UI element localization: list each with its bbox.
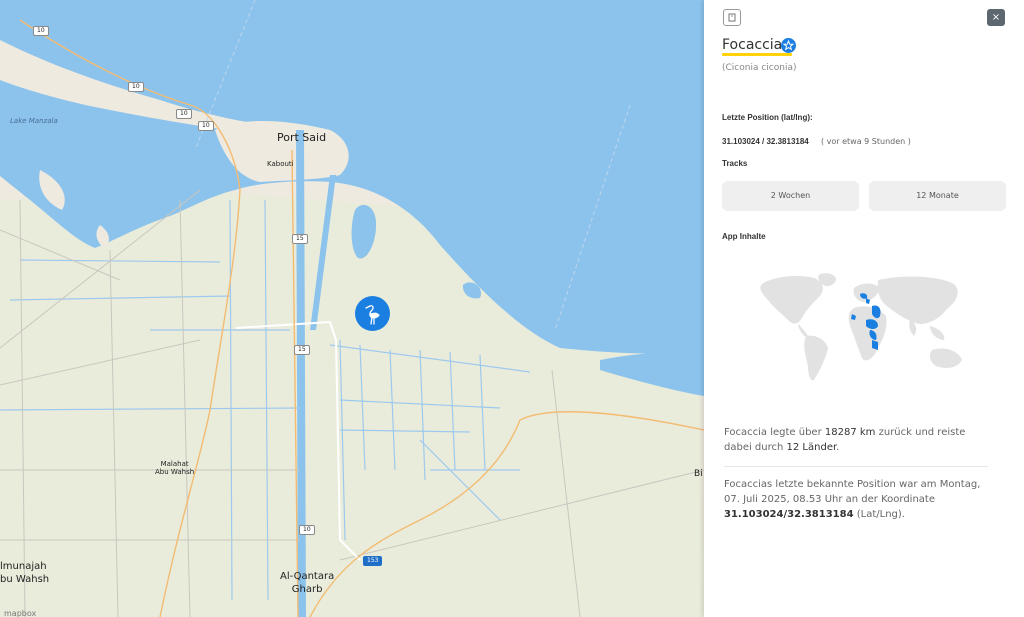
- stork-icon: [365, 305, 380, 325]
- tracks-heading: Tracks: [722, 159, 748, 168]
- mapbox-attribution[interactable]: mapbox: [4, 609, 36, 617]
- favorite-star-badge[interactable]: [781, 38, 796, 53]
- road-shield: 10: [198, 121, 214, 131]
- map-canvas[interactable]: [0, 0, 704, 617]
- bird-location-marker[interactable]: [355, 296, 390, 331]
- place-port-said: Port Said: [277, 131, 327, 144]
- road-shield: 10: [176, 109, 192, 119]
- place-bi: Bi: [694, 469, 703, 479]
- star-icon: [782, 39, 795, 51]
- app-content-heading: App Inhalte: [722, 232, 766, 241]
- map-view[interactable]: Lake Manzala Port Said Kabouti Malahat A…: [0, 0, 704, 617]
- latin-name: (Ciconia ciconia): [722, 63, 797, 73]
- road-shield: 15: [294, 345, 310, 355]
- bird-detail-panel: × Focaccia (Ciconia ciconia) Letzte Posi…: [704, 0, 1024, 617]
- coordinates-value: 31.103024 / 32.3813184: [722, 137, 809, 146]
- close-icon: ×: [991, 12, 1001, 23]
- place-al-qantara-gharb: Al-Qantara Gharb: [280, 571, 335, 595]
- track-12-months-button[interactable]: 12 Monate: [869, 181, 1006, 211]
- close-button[interactable]: ×: [987, 9, 1005, 26]
- summary-last-position: Focaccias letzte bekannte Position war a…: [724, 479, 981, 520]
- road-shield: 10: [128, 82, 144, 92]
- name-underline: [722, 53, 792, 56]
- lake-manzala-label: Lake Manzala: [10, 117, 58, 125]
- place-kabouti: Kabouti: [267, 160, 294, 168]
- road-shield: 15: [292, 234, 308, 244]
- world-map: [760, 273, 962, 381]
- last-position-heading: Letzte Position (lat/lng):: [722, 113, 813, 122]
- place-almunajah: lmunajah bu Wahsh: [0, 561, 50, 585]
- screen-icon: [728, 13, 736, 22]
- bird-name: Focaccia: [722, 37, 783, 53]
- time-ago: ( vor etwa 9 Stunden ): [821, 137, 911, 146]
- divider: [724, 466, 988, 467]
- road-shield: 10: [33, 26, 49, 36]
- road-shield: 10: [299, 525, 315, 535]
- screen-button[interactable]: [723, 9, 741, 26]
- summary-travel: Focaccia legte über 18287 km zurück und …: [724, 427, 966, 453]
- road-shield: 153: [363, 556, 383, 566]
- track-2-weeks-button[interactable]: 2 Wochen: [722, 181, 859, 211]
- place-malahat-abu-wahsh: Malahat Abu Wahsh: [155, 460, 195, 476]
